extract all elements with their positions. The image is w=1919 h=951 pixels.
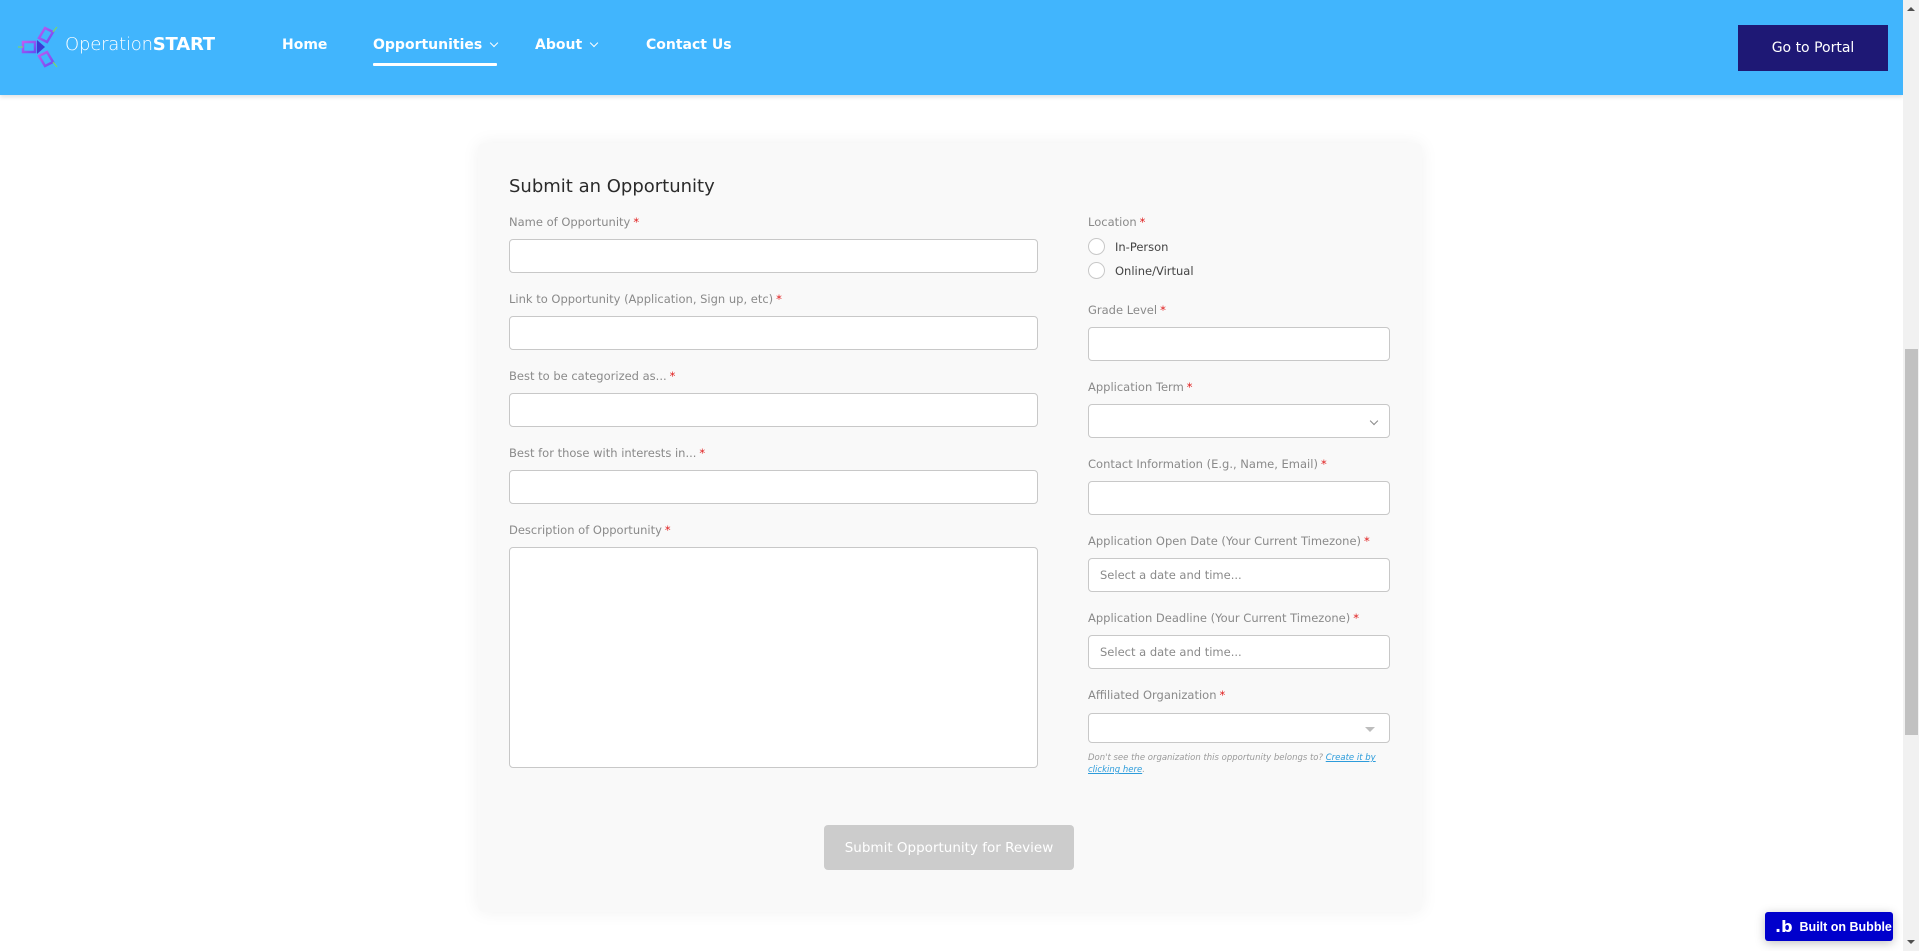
scroll-down-arrow-icon[interactable] <box>1907 940 1915 944</box>
label-text: Affiliated Organization <box>1088 688 1217 702</box>
link-to-opportunity-label: Link to Opportunity (Application, Sign u… <box>509 292 782 306</box>
label-text: Best to be categorized as... <box>509 369 667 383</box>
location-option-online-virtual[interactable]: Online/Virtual <box>1088 262 1194 279</box>
open-date-picker[interactable] <box>1088 558 1390 592</box>
interests-label: Best for those with interests in... * <box>509 446 705 460</box>
nav-home-label: Home <box>282 37 328 53</box>
helper-end: . <box>1142 765 1145 775</box>
deadline-picker[interactable] <box>1088 635 1390 669</box>
required-marker: * <box>1139 215 1146 229</box>
submit-opportunity-button[interactable]: Submit Opportunity for Review <box>824 825 1074 870</box>
nav-contact-us[interactable]: Contact Us <box>646 37 732 53</box>
required-marker: * <box>1219 688 1226 702</box>
radio-button[interactable] <box>1088 262 1105 279</box>
label-text: Grade Level <box>1088 303 1158 317</box>
brand-name-bold: START <box>152 34 215 55</box>
scroll-up-arrow-icon[interactable] <box>1907 7 1915 11</box>
required-marker: * <box>1186 380 1193 394</box>
open-date-label: Application Open Date (Your Current Time… <box>1088 534 1370 548</box>
nav-contact-us-label: Contact Us <box>646 37 732 53</box>
location-option-in-person[interactable]: In-Person <box>1088 238 1168 255</box>
nav-opportunities[interactable]: Opportunities <box>373 37 499 66</box>
label-text: Name of Opportunity <box>509 215 631 229</box>
label-text: Application Deadline (Your Current Timez… <box>1088 611 1351 625</box>
bubble-badge-label: Built on Bubble <box>1799 919 1892 934</box>
form-title: Submit an Opportunity <box>509 176 715 197</box>
name-of-opportunity-input[interactable] <box>509 239 1038 273</box>
required-marker: * <box>1364 534 1370 548</box>
link-to-opportunity-input[interactable] <box>509 316 1038 350</box>
submit-opportunity-form: Submit an Opportunity Name of Opportunit… <box>478 143 1422 912</box>
label-text: Contact Information (E.g., Name, Email) <box>1088 457 1318 471</box>
go-to-portal-button[interactable]: Go to Portal <box>1738 25 1888 71</box>
label-text: Link to Opportunity (Application, Sign u… <box>509 292 774 306</box>
chevron-down-icon <box>1369 416 1379 426</box>
helper-text: Don't see the organization this opportun… <box>1088 753 1326 763</box>
nav-opportunities-label: Opportunities <box>373 37 483 53</box>
grade-level-input[interactable] <box>1088 327 1390 361</box>
organization-helper-text: Don't see the organization this opportun… <box>1088 752 1390 776</box>
active-nav-underline <box>373 63 498 66</box>
chevron-down-icon <box>489 38 499 48</box>
interests-input[interactable] <box>509 470 1038 504</box>
deadline-label: Application Deadline (Your Current Timez… <box>1088 611 1359 625</box>
contact-information-input[interactable] <box>1088 481 1390 515</box>
built-on-bubble-badge[interactable]: .b Built on Bubble <box>1765 912 1893 941</box>
category-input[interactable] <box>509 393 1038 427</box>
nav-about[interactable]: About <box>535 37 599 53</box>
label-text: Best for those with interests in... <box>509 446 697 460</box>
grade-level-label: Grade Level * <box>1088 303 1166 317</box>
description-textarea[interactable] <box>509 547 1038 768</box>
label-text: Application Open Date (Your Current Time… <box>1088 534 1362 548</box>
brand-name-light: Operation <box>65 34 153 55</box>
radio-label: In-Person <box>1115 239 1169 254</box>
required-marker: * <box>699 446 706 460</box>
label-text: Application Term <box>1088 380 1184 394</box>
radio-button[interactable] <box>1088 238 1105 255</box>
dropdown-arrow-icon <box>1365 727 1375 732</box>
label-text: Location <box>1088 215 1137 229</box>
site-header: OperationSTART Home Opportunities About … <box>0 0 1903 95</box>
affiliated-organization-dropdown[interactable] <box>1088 713 1390 743</box>
bubble-logo-icon: .b <box>1775 916 1793 936</box>
brand-name[interactable]: OperationSTART <box>65 34 215 55</box>
affiliated-organization-label: Affiliated Organization * <box>1088 688 1225 702</box>
contact-information-label: Contact Information (E.g., Name, Email) * <box>1088 457 1327 471</box>
name-of-opportunity-label: Name of Opportunity * <box>509 215 639 229</box>
page-scrollbar[interactable] <box>1903 0 1919 951</box>
nav-about-label: About <box>535 37 583 53</box>
required-marker: * <box>776 292 782 306</box>
required-marker: * <box>664 523 671 537</box>
description-label: Description of Opportunity * <box>509 523 671 537</box>
category-label: Best to be categorized as... * <box>509 369 675 383</box>
scrollbar-thumb[interactable] <box>1905 349 1918 735</box>
required-marker: * <box>1160 303 1166 317</box>
required-marker: * <box>1320 457 1327 471</box>
nav-home[interactable]: Home <box>282 37 327 53</box>
label-text: Description of Opportunity <box>509 523 662 537</box>
location-label: Location * <box>1088 215 1145 229</box>
application-term-select[interactable] <box>1088 404 1390 438</box>
chevron-down-icon <box>589 38 599 48</box>
required-marker: * <box>633 215 640 229</box>
required-marker: * <box>669 369 676 383</box>
radio-label: Online/Virtual <box>1115 263 1194 278</box>
application-term-label: Application Term * <box>1088 380 1193 394</box>
required-marker: * <box>1353 611 1359 625</box>
operationstart-logo-icon[interactable] <box>15 22 65 72</box>
